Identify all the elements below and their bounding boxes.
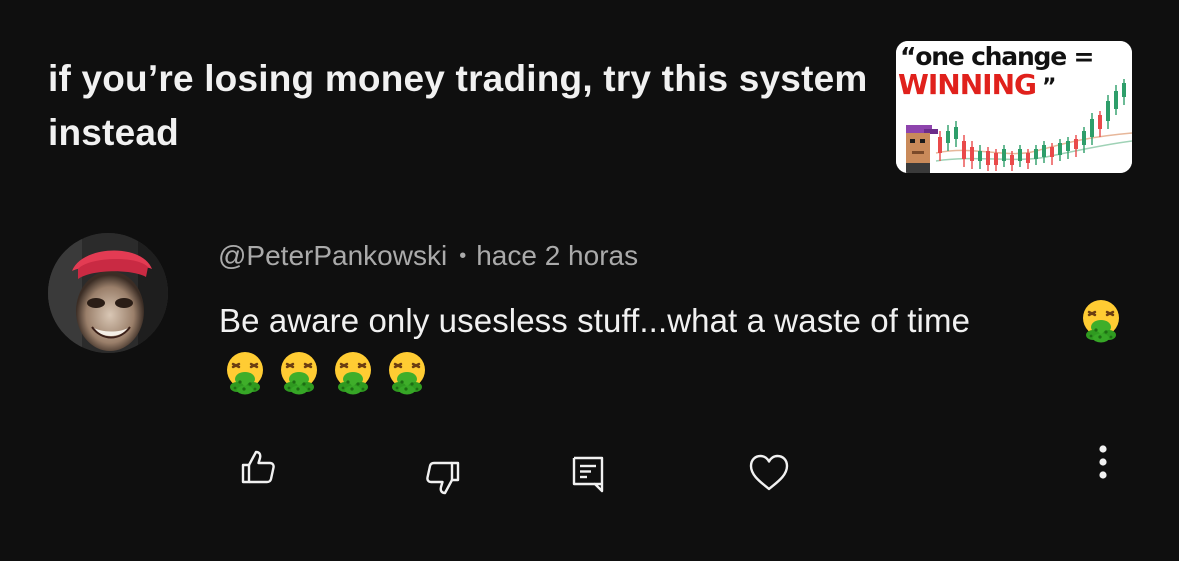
heart-button[interactable] (746, 451, 792, 495)
nauseated-face-icon (384, 349, 430, 395)
comment-author[interactable]: @PeterPankowski (218, 240, 447, 271)
heart-icon (749, 454, 789, 491)
thumbs-up-icon (241, 450, 275, 484)
comment-timestamp: hace 2 horas (476, 240, 639, 271)
nauseated-face-icon (330, 349, 376, 395)
video-title[interactable]: if you’re losing money trading, try this… (48, 52, 868, 160)
like-button[interactable] (236, 445, 280, 489)
thumbnail-text-line2: WINNING” (898, 68, 1057, 102)
comment-icon (572, 456, 604, 493)
emoji-row (222, 349, 430, 399)
nauseated-face-icon (276, 349, 322, 395)
nauseated-face-icon (1078, 297, 1124, 343)
thumbs-down-icon (426, 461, 460, 495)
more-vertical-icon (1099, 445, 1107, 479)
avatar-image (48, 233, 168, 353)
more-options-button[interactable] (1088, 440, 1118, 484)
meta-separator: • (459, 245, 467, 267)
comment-meta: @PeterPankowski • hace 2 horas (218, 238, 638, 277)
nauseated-face-emoji (1078, 297, 1124, 348)
nauseated-face-icon (222, 349, 268, 395)
video-header[interactable]: if you’re losing money trading, try this… (48, 52, 868, 160)
comment-text: Be aware only usesless stuff...what a wa… (219, 302, 971, 339)
thumbnail-text-winning: WINNING (898, 68, 1037, 101)
thumbnail-text-line1: “one change = (900, 42, 1094, 71)
video-thumbnail[interactable]: “one change = WINNING” (896, 41, 1132, 173)
reply-button[interactable] (566, 452, 610, 496)
dislike-button[interactable] (421, 456, 465, 500)
thumbnail-text-close-quote: ” (1042, 75, 1057, 100)
avatar[interactable] (48, 233, 168, 353)
